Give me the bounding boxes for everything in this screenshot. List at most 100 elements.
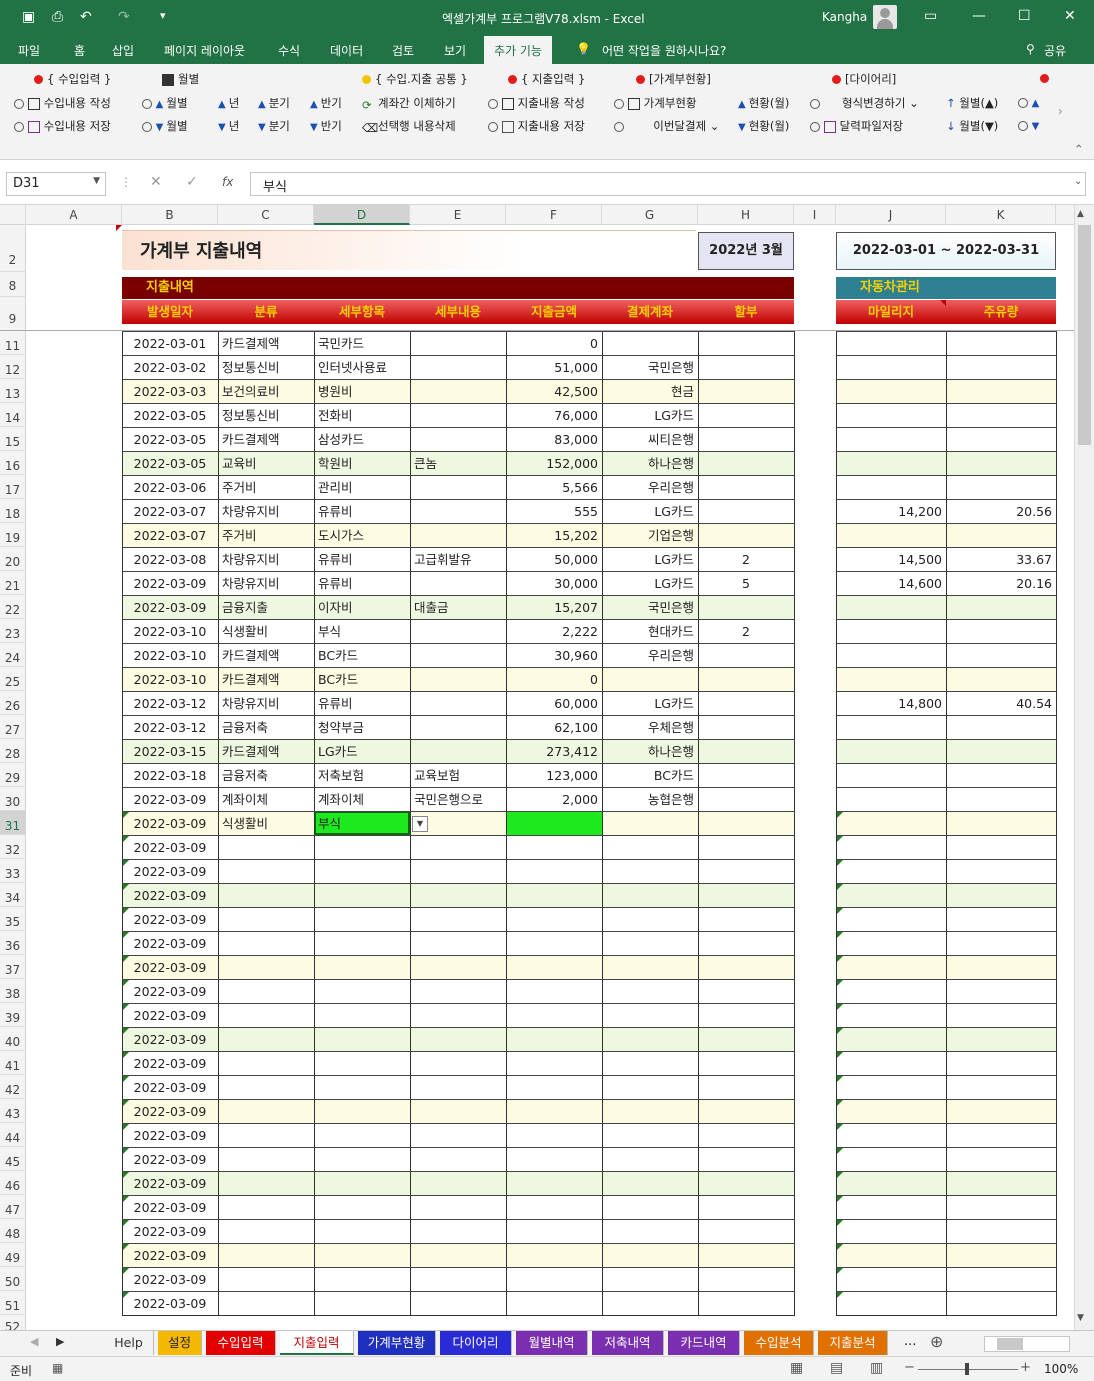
cell-mile[interactable]: 14,200 — [836, 499, 946, 523]
cell-inst[interactable] — [698, 667, 794, 691]
page-layout-view-icon[interactable]: ▤ — [830, 1360, 843, 1376]
cell-cat[interactable] — [218, 1171, 314, 1195]
row-header[interactable]: 37 — [0, 955, 26, 979]
cell-item[interactable]: LG카드 — [314, 739, 410, 763]
cell-inst[interactable] — [698, 451, 794, 475]
tab-formulas[interactable]: 수식 — [278, 42, 300, 59]
cell-amt[interactable]: 30,000 — [506, 571, 602, 595]
cell-item[interactable] — [314, 1027, 410, 1051]
cell-inst[interactable] — [698, 1291, 794, 1315]
cell-inst[interactable] — [698, 955, 794, 979]
column-header[interactable]: E — [410, 205, 506, 225]
cell-acct[interactable] — [602, 1171, 698, 1195]
cell-amt[interactable]: 152,000 — [506, 451, 602, 475]
cell-acct[interactable]: 우체은행 — [602, 715, 698, 739]
cell-acct[interactable]: LG카드 — [602, 571, 698, 595]
save-icon[interactable]: ▣ — [22, 9, 35, 25]
cell-date[interactable]: 2022-03-09 — [122, 1027, 218, 1051]
cell-cat[interactable] — [218, 1099, 314, 1123]
cell-date[interactable]: 2022-03-12 — [122, 715, 218, 739]
cell-cat[interactable] — [218, 979, 314, 1003]
cell-date[interactable]: 2022-03-09 — [122, 907, 218, 931]
cell-amt[interactable] — [506, 1195, 602, 1219]
undo-icon[interactable]: ↶ — [80, 9, 92, 25]
cell-inst[interactable]: 2 — [698, 547, 794, 571]
cell-cat[interactable] — [218, 1195, 314, 1219]
cancel-icon[interactable]: ✕ — [150, 174, 162, 190]
cell-date[interactable]: 2022-03-06 — [122, 475, 218, 499]
cell-amt[interactable]: 30,960 — [506, 643, 602, 667]
cell-item[interactable] — [314, 1075, 410, 1099]
cell-cat[interactable] — [218, 1291, 314, 1315]
tab-data[interactable]: 데이터 — [330, 42, 363, 59]
cell-cat[interactable]: 차량유지비 — [218, 499, 314, 523]
cell-date[interactable]: 2022-03-03 — [122, 379, 218, 403]
page-break-view-icon[interactable]: ▥ — [870, 1360, 883, 1376]
prev-sheet-icon[interactable]: ◀ — [30, 1335, 38, 1348]
cell-mile[interactable] — [836, 883, 946, 907]
cell-item[interactable]: 인터넷사용료 — [314, 355, 410, 379]
cell-amt[interactable] — [506, 1003, 602, 1027]
row-header[interactable]: 49 — [0, 1243, 26, 1267]
cell-acct[interactable] — [602, 1243, 698, 1267]
cell-inst[interactable] — [698, 331, 794, 355]
macro-record-icon[interactable]: ▦ — [52, 1361, 63, 1375]
cell-acct[interactable]: 현금 — [602, 379, 698, 403]
status-up-button[interactable]: 현황(월) — [738, 95, 789, 111]
cell-acct[interactable]: 우리은행 — [602, 475, 698, 499]
cell-item[interactable]: 학원비 — [314, 451, 410, 475]
cell-fuel[interactable] — [946, 763, 1056, 787]
status-down-button[interactable]: 현황(월) — [738, 118, 789, 134]
enter-icon[interactable]: ✓ — [186, 174, 198, 190]
cell-amt[interactable]: 2,000 — [506, 787, 602, 811]
cell-item[interactable]: 삼성카드 — [314, 427, 410, 451]
expense-save-button[interactable]: 지출내용 저장 — [488, 118, 585, 134]
next-sheet-icon[interactable]: ▶ — [56, 1335, 64, 1348]
cell-amt[interactable] — [506, 1243, 602, 1267]
cell-cat[interactable] — [218, 1027, 314, 1051]
month-display[interactable]: 2022년 3월 — [698, 232, 794, 270]
cell-cat[interactable] — [218, 1075, 314, 1099]
cell-fuel[interactable] — [946, 355, 1056, 379]
tab-view[interactable]: 보기 — [444, 42, 466, 59]
row-header[interactable]: 40 — [0, 1027, 26, 1051]
cell-date[interactable]: 2022-03-09 — [122, 1099, 218, 1123]
sheet-tab[interactable]: 지출분석 — [818, 1331, 888, 1355]
cell-mile[interactable] — [836, 667, 946, 691]
cell-fuel[interactable] — [946, 1099, 1056, 1123]
select-all-corner[interactable] — [0, 205, 26, 225]
month-down-button[interactable]: 월별 — [142, 118, 188, 134]
maximize-icon[interactable]: ☐ — [1018, 8, 1031, 24]
cell-amt[interactable]: 50,000 — [506, 547, 602, 571]
cell-cat[interactable]: 차량유지비 — [218, 691, 314, 715]
cell-detail[interactable] — [410, 499, 506, 523]
expand-formula-icon[interactable]: ⌄ — [1074, 176, 1082, 187]
cell-item[interactable]: 도시가스 — [314, 523, 410, 547]
sheet-tab[interactable]: 지출입력 — [280, 1331, 354, 1355]
cell-inst[interactable] — [698, 475, 794, 499]
cell-date[interactable]: 2022-03-05 — [122, 427, 218, 451]
tab-addins[interactable]: 추가 기능 — [484, 36, 552, 64]
cell-detail[interactable] — [410, 427, 506, 451]
transfer-button[interactable]: ⟳ 계좌간 이체하기 — [362, 95, 456, 112]
cell-inst[interactable] — [698, 379, 794, 403]
cell-item[interactable]: 병원비 — [314, 379, 410, 403]
cell-detail[interactable] — [410, 1147, 506, 1171]
cell-mile[interactable] — [836, 427, 946, 451]
cell-date[interactable]: 2022-03-09 — [122, 1243, 218, 1267]
cell-item[interactable]: BC카드 — [314, 667, 410, 691]
half-up-button[interactable]: 반기 — [310, 95, 342, 111]
cell-amt[interactable]: 2,222 — [506, 619, 602, 643]
cell-cat[interactable] — [218, 1123, 314, 1147]
cell-detail[interactable] — [410, 1075, 506, 1099]
cell-fuel[interactable] — [946, 619, 1056, 643]
cell-fuel[interactable] — [946, 1267, 1056, 1291]
cell-item[interactable] — [314, 955, 410, 979]
cell-mile[interactable] — [836, 619, 946, 643]
row-header[interactable]: 38 — [0, 979, 26, 1003]
cell-fuel[interactable] — [946, 955, 1056, 979]
cell-item[interactable]: 유류비 — [314, 571, 410, 595]
cell-acct[interactable]: LG카드 — [602, 499, 698, 523]
cell-cat[interactable]: 교육비 — [218, 451, 314, 475]
name-box[interactable]: D31 ▼ — [6, 172, 106, 196]
